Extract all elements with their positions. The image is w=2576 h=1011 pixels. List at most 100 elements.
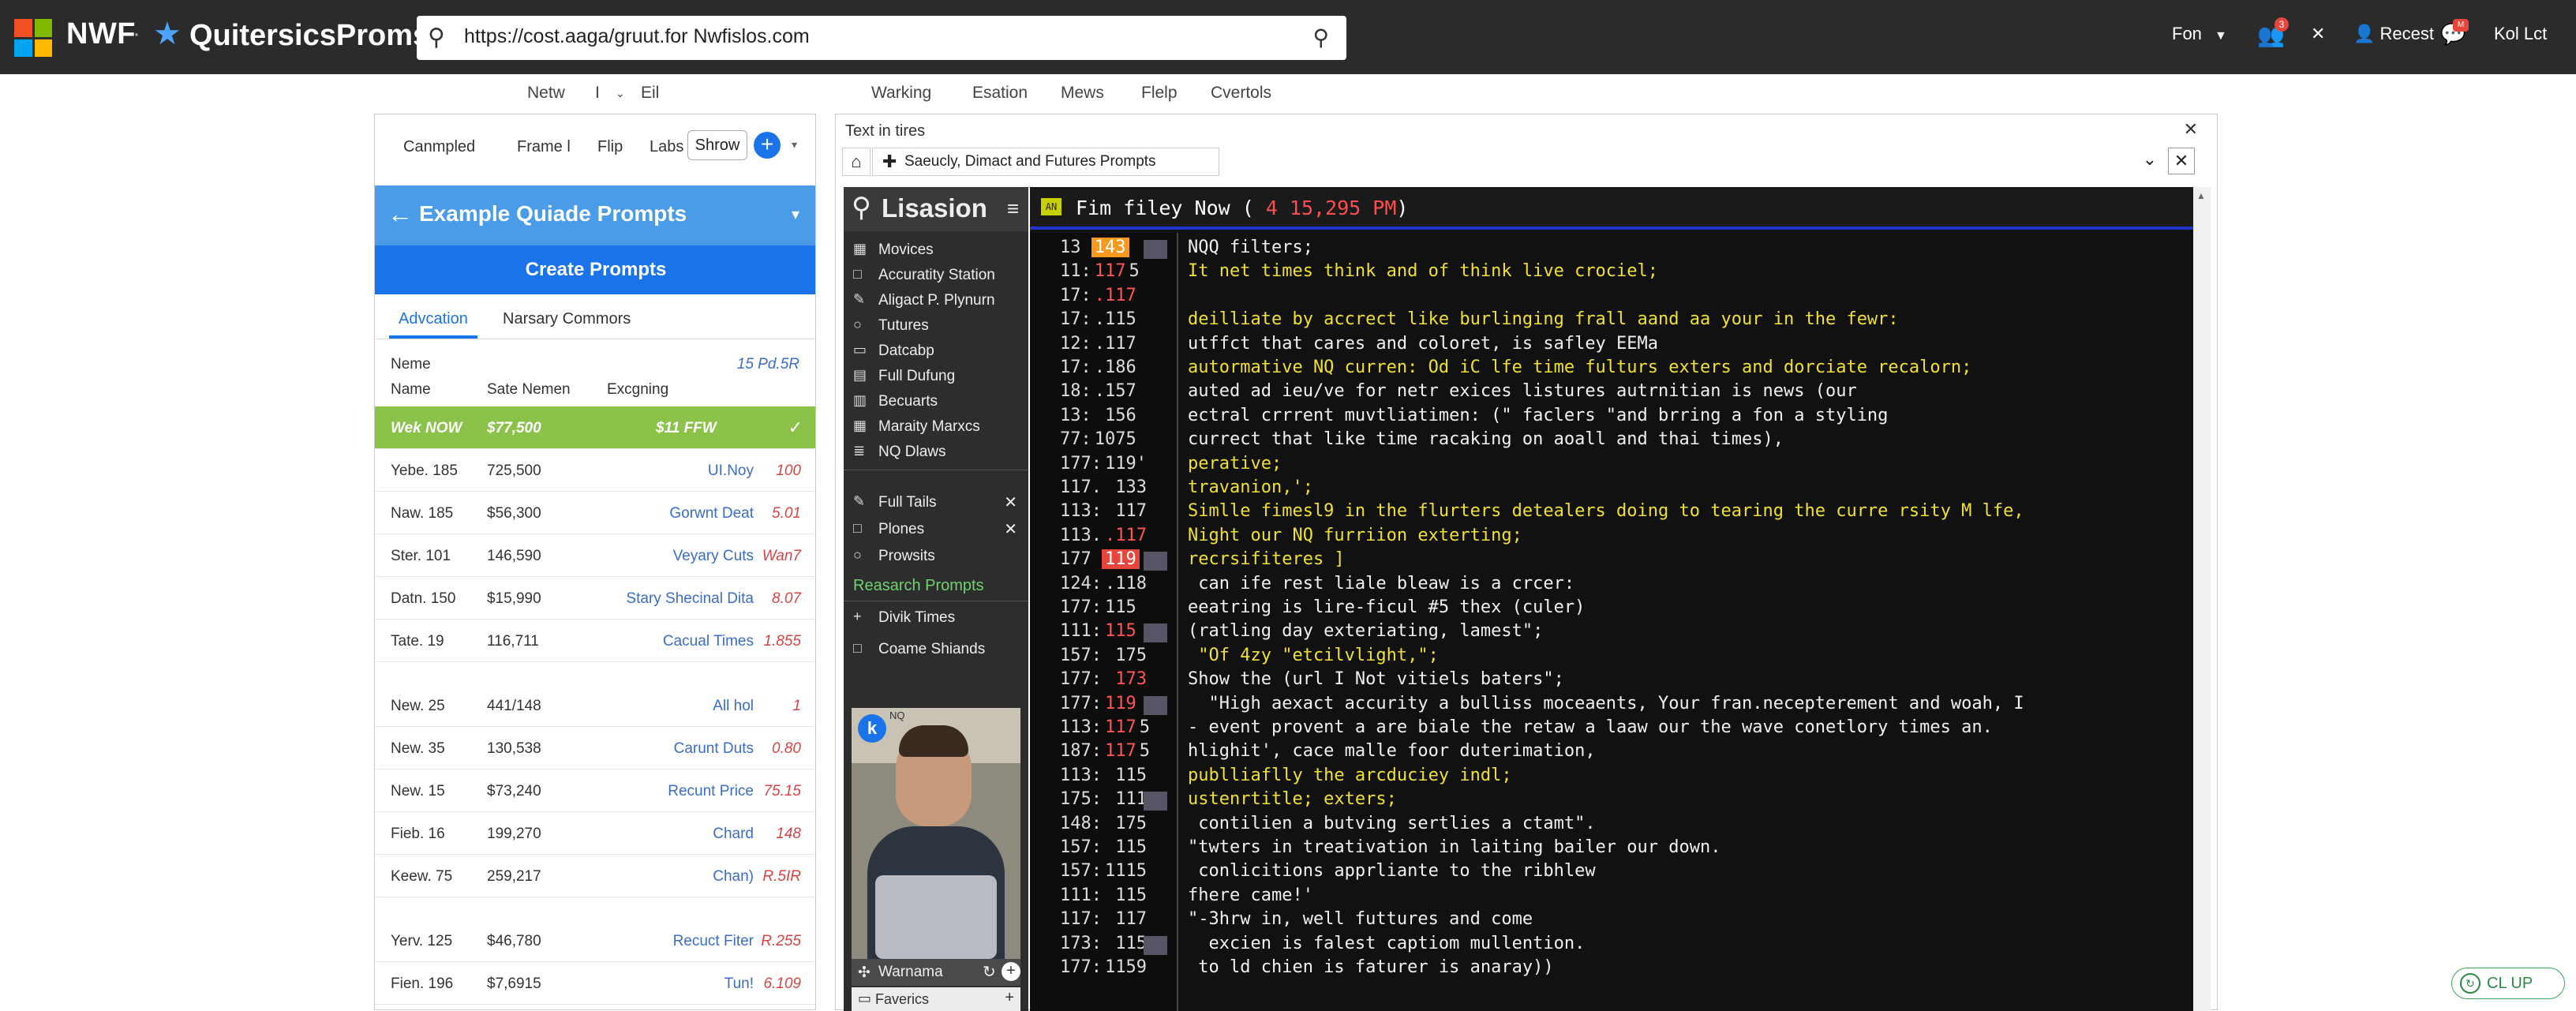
column-header-name[interactable]: Name bbox=[391, 381, 431, 399]
breakpoint-marker[interactable] bbox=[1144, 240, 1167, 259]
code-line[interactable]: "Of 4zy "etcilvlight,"; bbox=[1188, 646, 2182, 669]
fon-dropdown[interactable]: Fon ▼ bbox=[2172, 24, 2227, 44]
breakpoint-marker[interactable] bbox=[1144, 552, 1167, 571]
table-row[interactable]: Fieb. 16 199,270 Chard 148 bbox=[375, 812, 815, 855]
terminal-pane[interactable]: AN Fim filey Now ( 4 15,295 PM) 13 143 NQ… bbox=[1030, 187, 2193, 1011]
notification-button[interactable]: 👥 3 bbox=[2257, 17, 2289, 48]
menu-icon[interactable]: ≡ bbox=[1007, 197, 1019, 221]
nav-item-netw[interactable]: Netw bbox=[527, 84, 565, 103]
cl-up-button[interactable]: ↻ CL UP bbox=[2451, 968, 2565, 999]
code-line[interactable]: can ife rest liale bleaw is a crcer: bbox=[1188, 574, 2182, 597]
code-line[interactable]: excien is falest captiom mullention. bbox=[1188, 934, 2182, 957]
sidebar-item[interactable]: + Divik Times bbox=[844, 605, 1028, 631]
sidebar-item[interactable]: □ Accuratity Station bbox=[844, 263, 1028, 288]
sidebar-item[interactable]: ✎ Aligact P. Plynurn bbox=[844, 288, 1028, 313]
nav-item-eil[interactable]: Eil bbox=[641, 84, 659, 103]
document-tab[interactable]: ✚ Saeucly, Dimact and Futures Prompts bbox=[872, 148, 1219, 176]
code-line[interactable]: Night our NQ furriion exterting; bbox=[1188, 526, 2182, 549]
video-badge[interactable]: k bbox=[858, 714, 886, 743]
address-bar[interactable]: ⚲ https://cost.aaga/gruut.for Nwfislos.c… bbox=[417, 16, 1346, 60]
table-row[interactable]: New. 35 130,538 Carunt Duts 0.80 bbox=[375, 727, 815, 769]
code-line[interactable]: eeatring is lire-ficul #5 thex (culer) bbox=[1188, 597, 2182, 621]
sidebar-item[interactable]: ≣ NQ Dlaws bbox=[844, 440, 1028, 465]
sidebar-item[interactable]: ▦ Maraity Marxcs bbox=[844, 414, 1028, 440]
scroll-up-icon[interactable]: ▲ bbox=[2196, 190, 2207, 201]
sidebar-item[interactable]: ▥ Becuarts bbox=[844, 389, 1028, 414]
close-icon[interactable]: ✕ bbox=[1004, 519, 1017, 539]
user-menu[interactable]: Kol Lct bbox=[2494, 24, 2547, 44]
code-line[interactable]: - event provent a are biale the retaw a … bbox=[1188, 717, 2182, 741]
nav-item-mews[interactable]: Mews bbox=[1061, 84, 1104, 103]
sidebar-item[interactable]: ▭ Datcabp bbox=[844, 339, 1028, 364]
code-line[interactable]: utffct that cares and coloret, is safley… bbox=[1188, 334, 2182, 358]
sidebar-item[interactable]: □ Coame Shiands bbox=[844, 637, 1028, 662]
favorites-bar[interactable]: ▭ Faverics + bbox=[852, 987, 1020, 1011]
code-line[interactable]: to ld chien is faturer is anaray)) bbox=[1188, 957, 2182, 981]
tool-flip[interactable]: Flip bbox=[597, 138, 623, 156]
code-line[interactable]: deilliate by accrect like burlinging fra… bbox=[1188, 309, 2182, 333]
create-prompts-button[interactable]: Create Prompts bbox=[375, 245, 815, 294]
code-line[interactable] bbox=[1188, 286, 2182, 309]
url-text[interactable]: https://cost.aaga/gruut.for Nwfislos.com bbox=[464, 25, 810, 48]
nav-item-esation[interactable]: Esation bbox=[972, 84, 1028, 103]
recent-button[interactable]: 👤 Recest bbox=[2353, 24, 2434, 44]
sidebar-item[interactable]: ○ Tutures bbox=[844, 313, 1028, 339]
code-line[interactable]: hlighit', cace malle foor duterimation, bbox=[1188, 741, 2182, 765]
chevron-down-icon[interactable]: ⌄ bbox=[616, 87, 625, 100]
refresh-icon[interactable]: ↻ bbox=[983, 962, 996, 982]
code-line[interactable]: travanion,'; bbox=[1188, 477, 2182, 501]
windows-logo-icon[interactable] bbox=[14, 19, 52, 57]
table-row[interactable]: New. 25 441/148 All hol 1 bbox=[375, 684, 815, 727]
code-line[interactable]: conlicitions apprliante to the ribhlew bbox=[1188, 861, 2182, 885]
sidebar-item[interactable]: □ Plones ✕ bbox=[844, 517, 1028, 542]
code-line[interactable]: autormative NQ curren: Od iC lfe time fu… bbox=[1188, 358, 2182, 381]
chevron-down-icon[interactable]: ▾ bbox=[792, 204, 799, 224]
expand-icon[interactable]: ✣ bbox=[858, 964, 871, 982]
table-row[interactable]: Keew. 75 259,217 Chan) R.5IR bbox=[375, 855, 815, 897]
home-icon[interactable]: ⌂ bbox=[842, 148, 871, 176]
add-favorite-icon[interactable]: + bbox=[1005, 989, 1014, 1007]
code-line[interactable]: auted ad ieu/ve for netr exices listures… bbox=[1188, 381, 2182, 405]
code-line[interactable]: NQQ filters; bbox=[1188, 238, 2182, 261]
brand-name[interactable]: NWF bbox=[66, 17, 136, 51]
vertical-scrollbar[interactable]: ▲ bbox=[2193, 187, 2211, 1011]
table-row-selected[interactable]: Wek NOW $77,500 $11 FFW ✓ bbox=[375, 406, 815, 449]
sidebar-item[interactable]: ○ Prowsits bbox=[844, 544, 1028, 569]
code-line[interactable]: publliaflly the arcduciey indl; bbox=[1188, 766, 2182, 789]
close-icon[interactable]: ✕ bbox=[2184, 119, 2198, 140]
tool-frame[interactable]: Frame l bbox=[517, 138, 571, 156]
code-line[interactable]: fhere came!' bbox=[1188, 886, 2182, 909]
nav-item-warking[interactable]: Warking bbox=[871, 84, 931, 103]
code-line[interactable]: "High aexact accurity a bulliss moceaent… bbox=[1188, 694, 2182, 717]
close-icon[interactable]: ✕ bbox=[1004, 492, 1017, 512]
column-header-sate[interactable]: Sate Nemen bbox=[487, 381, 571, 399]
table-row[interactable]: Tate. 19 116,711 Cacual Times 1.855 bbox=[375, 620, 815, 662]
tab-narsary-commors[interactable]: Narsary Commors bbox=[503, 310, 631, 328]
add-icon[interactable]: + bbox=[1002, 962, 1020, 981]
code-line[interactable]: "twters in treativation in laiting baile… bbox=[1188, 837, 2182, 861]
table-row[interactable]: Ster. 101 146,590 Veyary Cuts Wan7 bbox=[375, 534, 815, 577]
chevron-down-icon[interactable]: ▾ bbox=[792, 138, 797, 152]
sidebar-item[interactable]: ✎ Full Tails ✕ bbox=[844, 490, 1028, 515]
nav-item-cvertols[interactable]: Cvertols bbox=[1211, 84, 1271, 103]
code-line[interactable]: (ratling day exteriating, lamest"; bbox=[1188, 621, 2182, 645]
code-line[interactable]: ectral crrrent muvtliatimen: (" faclers … bbox=[1188, 406, 2182, 429]
back-arrow-icon[interactable]: ← bbox=[388, 200, 413, 229]
code-line[interactable]: contilien a butving sertlies a ctamt". bbox=[1188, 814, 2182, 837]
app-title[interactable]: QuitersicsProms bbox=[189, 19, 429, 53]
table-row[interactable]: New. 15 $73,240 Recunt Price 75.15 bbox=[375, 769, 815, 812]
chevron-down-icon[interactable]: ⌄ bbox=[2143, 149, 2157, 170]
sidebar-item[interactable]: ▦ Movices bbox=[844, 238, 1028, 263]
breakpoint-marker[interactable] bbox=[1144, 695, 1167, 715]
table-row[interactable]: Datn. 150 $15,990 Stary Shecinal Dita 8.07 bbox=[375, 577, 815, 620]
search-submit-icon[interactable]: ⚲ bbox=[1312, 24, 1329, 51]
messages-button[interactable]: 💬 M bbox=[2440, 19, 2469, 47]
table-row[interactable]: Yebe. 185 725,500 UI.Noy 100 bbox=[375, 449, 815, 492]
code-line[interactable]: recrsifiteres ] bbox=[1188, 549, 2182, 573]
code-line[interactable]: It net times think and of think live cro… bbox=[1188, 261, 2182, 285]
code-line[interactable]: perative; bbox=[1188, 454, 2182, 477]
column-header-excgning[interactable]: Excgning bbox=[607, 381, 668, 399]
code-line[interactable]: Simlle fimesl9 in the flurters detealers… bbox=[1188, 501, 2182, 525]
code-line[interactable]: "-3hrw in, well futtures and come bbox=[1188, 909, 2182, 933]
close-icon[interactable]: ✕ bbox=[2311, 24, 2325, 44]
